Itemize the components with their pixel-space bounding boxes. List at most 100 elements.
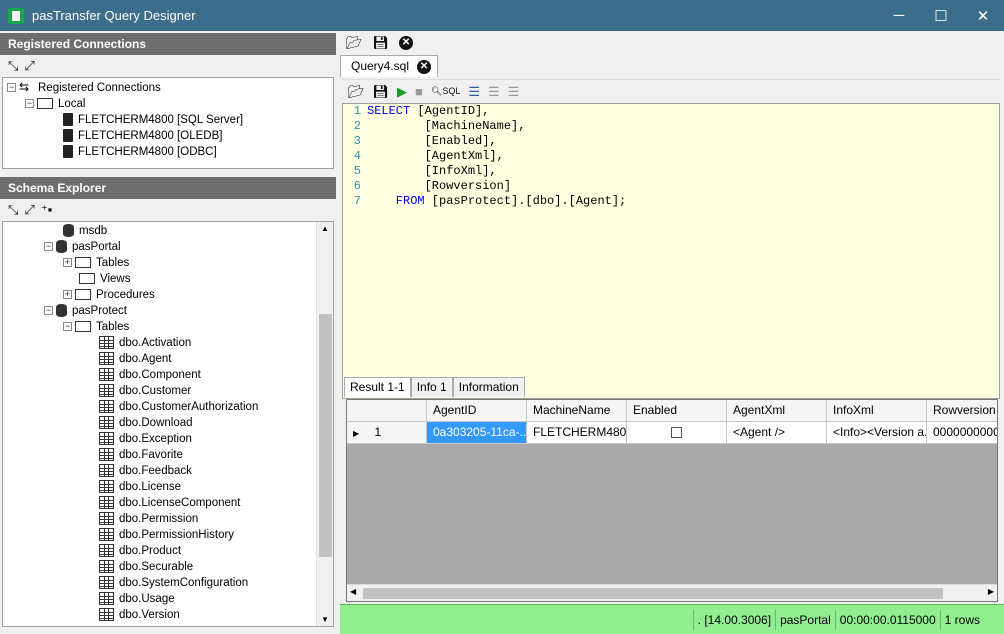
cell-agentid[interactable]: 0a303205-11ca-... [427, 422, 527, 444]
tree-node-table[interactable]: dbo.Component [3, 367, 333, 383]
tree-node-table[interactable]: dbo.Activation [3, 335, 333, 351]
column-header[interactable]: MachineName [527, 400, 627, 422]
cell-enabled[interactable] [627, 422, 727, 444]
status-database: pasPortal [775, 609, 835, 630]
tree-node-table[interactable]: dbo.Agent [3, 351, 333, 367]
tree-node-pasportal[interactable]: − pasPortal [3, 239, 333, 255]
tree-node-local[interactable]: − Local [3, 96, 333, 112]
scroll-left-icon[interactable]: ◀ [350, 587, 356, 596]
tree-node-msdb[interactable]: msdb [3, 223, 333, 239]
collapse-toggle-icon[interactable]: − [25, 99, 34, 109]
collapse-toggle-icon[interactable]: − [44, 242, 53, 252]
tab-result[interactable]: Result 1-1 [344, 377, 411, 397]
code-line[interactable]: SELECT [AgentID], [367, 104, 626, 119]
column-header[interactable]: AgentXml [727, 400, 827, 422]
column-header[interactable]: InfoXml [827, 400, 927, 422]
scroll-right-icon[interactable]: ▶ [988, 587, 994, 596]
stop-icon[interactable]: ■ [415, 84, 423, 99]
tree-node-protect-tables[interactable]: − Tables [3, 319, 333, 335]
tab-information[interactable]: Information [452, 377, 525, 397]
row-header[interactable]: ▶ 1 [347, 422, 427, 444]
registered-tree: − ⇆ Registered Connections − Local FLETCHER… [2, 77, 334, 169]
collapse-all-icon[interactable]: ⤡ [8, 202, 18, 218]
tree-node-server[interactable]: FLETCHERM4800 [SQL Server] [3, 112, 333, 128]
results-grid-icon[interactable]: ☰ [488, 84, 500, 100]
collapse-toggle-icon[interactable]: − [7, 83, 16, 93]
table-icon [99, 608, 114, 622]
cell-machinename[interactable]: FLETCHERM4800 [527, 422, 627, 444]
code-line[interactable]: FROM [pasProtect].[dbo].[Agent]; [367, 194, 626, 209]
scrollbar-thumb[interactable] [319, 314, 332, 557]
collapse-toggle-icon[interactable]: − [44, 306, 53, 316]
tab-info[interactable]: Info 1 [410, 377, 453, 397]
maximize-button[interactable]: ☐ [920, 0, 962, 31]
close-query-icon[interactable]: ✕ [399, 36, 414, 50]
code-line[interactable]: [AgentXml], [367, 149, 626, 164]
tree-node-table[interactable]: dbo.Usage [3, 591, 333, 607]
collapse-all-icon[interactable]: ⤡ [8, 58, 18, 74]
column-header[interactable]: Enabled [627, 400, 727, 422]
enabled-checkbox[interactable] [671, 427, 682, 439]
tree-node-pasprotect[interactable]: − pasProtect [3, 303, 333, 319]
code-line[interactable]: [MachineName], [367, 119, 626, 134]
tree-node-table[interactable]: dbo.PermissionHistory [3, 527, 333, 543]
tree-node-portal-views[interactable]: Views [3, 271, 333, 287]
expand-toggle-icon[interactable]: + [63, 290, 72, 300]
tree-node-server[interactable]: FLETCHERM4800 [ODBC] [3, 144, 333, 160]
expand-all-icon[interactable]: ⤢ [24, 202, 34, 218]
code-line[interactable]: [InfoXml], [367, 164, 626, 179]
tree-node-table[interactable]: dbo.LicenseComponent [3, 495, 333, 511]
code-line[interactable]: [Enabled], [367, 134, 626, 149]
code-line[interactable]: [Rowversion] [367, 179, 626, 194]
tree-node-portal-procedures[interactable]: + Procedures [3, 287, 333, 303]
sql-editor[interactable]: 1234567 SELECT [AgentID], [MachineName],… [342, 103, 1000, 399]
close-tab-icon[interactable]: ✕ [417, 59, 432, 74]
sql-code[interactable]: SELECT [AgentID], [MachineName], [Enable… [367, 104, 626, 209]
scroll-down-icon[interactable]: ▼ [321, 615, 329, 624]
sql-text: [AgentXml], [367, 149, 504, 163]
scroll-up-icon[interactable]: ▲ [321, 224, 329, 233]
tree-node-table[interactable]: dbo.Permission [3, 511, 333, 527]
network-icon: ⇆ [19, 80, 30, 95]
cell-rowversion[interactable]: 00000000000 [927, 422, 997, 444]
tree-node-table[interactable]: dbo.Feedback [3, 463, 333, 479]
save-icon[interactable]: 💾︎ [373, 35, 390, 51]
server-icon [63, 113, 73, 127]
tree-node-table[interactable]: dbo.Exception [3, 431, 333, 447]
expand-toggle-icon[interactable]: + [63, 258, 72, 268]
open-folder-icon[interactable]: 📂︎ [348, 84, 365, 100]
registered-connections-header: Registered Connections [0, 33, 336, 55]
cell-infoxml[interactable]: <Info><Version a... [827, 422, 927, 444]
tree-node-table[interactable]: dbo.SystemConfiguration [3, 575, 333, 591]
grid-horizontal-scrollbar[interactable]: ◀ ▶ [347, 584, 997, 601]
cell-agentxml[interactable]: <Agent /> [727, 422, 827, 444]
tree-node-registered-root[interactable]: − ⇆ Registered Connections [3, 80, 333, 96]
close-button[interactable]: ✕ [962, 0, 1004, 31]
tree-node-table[interactable]: dbo.Version [3, 607, 333, 623]
tree-node-table[interactable]: dbo.Product [3, 543, 333, 559]
tree-node-server[interactable]: FLETCHERM4800 [OLEDB] [3, 128, 333, 144]
tree-node-table[interactable]: dbo.License [3, 479, 333, 495]
tab-query4[interactable]: Query4.sql ✕ [340, 55, 439, 77]
tree-node-table[interactable]: dbo.Customer [3, 383, 333, 399]
table-row[interactable]: ▶ 1 0a303205-11ca-... FLETCHERM4800 <Age… [347, 422, 997, 444]
schema-scrollbar[interactable]: ▲ ▼ [316, 222, 333, 626]
tree-node-portal-tables[interactable]: + Tables [3, 255, 333, 271]
execute-icon[interactable]: ▶ [397, 84, 407, 100]
results-icon[interactable]: ☰ [468, 84, 480, 100]
sql-check-icon[interactable]: 🔍︎SQL [431, 86, 460, 97]
tree-node-table[interactable]: dbo.Favorite [3, 447, 333, 463]
column-header[interactable]: AgentID [427, 400, 527, 422]
save-icon[interactable]: 💾︎ [373, 84, 390, 100]
tree-node-table[interactable]: dbo.CustomerAuthorization [3, 399, 333, 415]
collapse-toggle-icon[interactable]: − [63, 322, 72, 332]
tree-node-table[interactable]: dbo.Securable [3, 559, 333, 575]
open-folder-icon[interactable]: 📂︎ [346, 35, 363, 51]
expand-all-icon[interactable]: ⤢ [24, 58, 34, 74]
column-header[interactable]: Rowversion [927, 400, 997, 422]
minimize-button[interactable]: ─ [878, 0, 920, 31]
add-database-icon[interactable]: ⁺▪ [41, 202, 52, 218]
scrollbar-thumb[interactable] [363, 588, 943, 599]
tree-node-table[interactable]: dbo.Download [3, 415, 333, 431]
results-text-icon[interactable]: ☰ [508, 84, 520, 100]
